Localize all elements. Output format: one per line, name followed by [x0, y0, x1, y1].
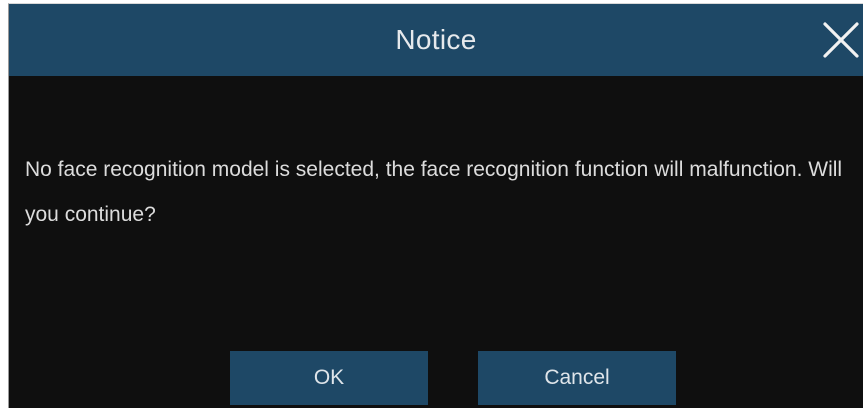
ok-button[interactable]: OK: [230, 351, 428, 405]
dialog-message: No face recognition model is selected, t…: [25, 158, 843, 226]
notice-dialog: Notice No face recognition model is sele…: [8, 3, 863, 408]
dialog-title: Notice: [395, 24, 477, 55]
dialog-title-bar: Notice: [9, 4, 863, 76]
screen: Notice No face recognition model is sele…: [0, 0, 863, 413]
close-button[interactable]: [819, 18, 863, 62]
close-icon: [823, 22, 859, 58]
cancel-button[interactable]: Cancel: [478, 351, 676, 405]
